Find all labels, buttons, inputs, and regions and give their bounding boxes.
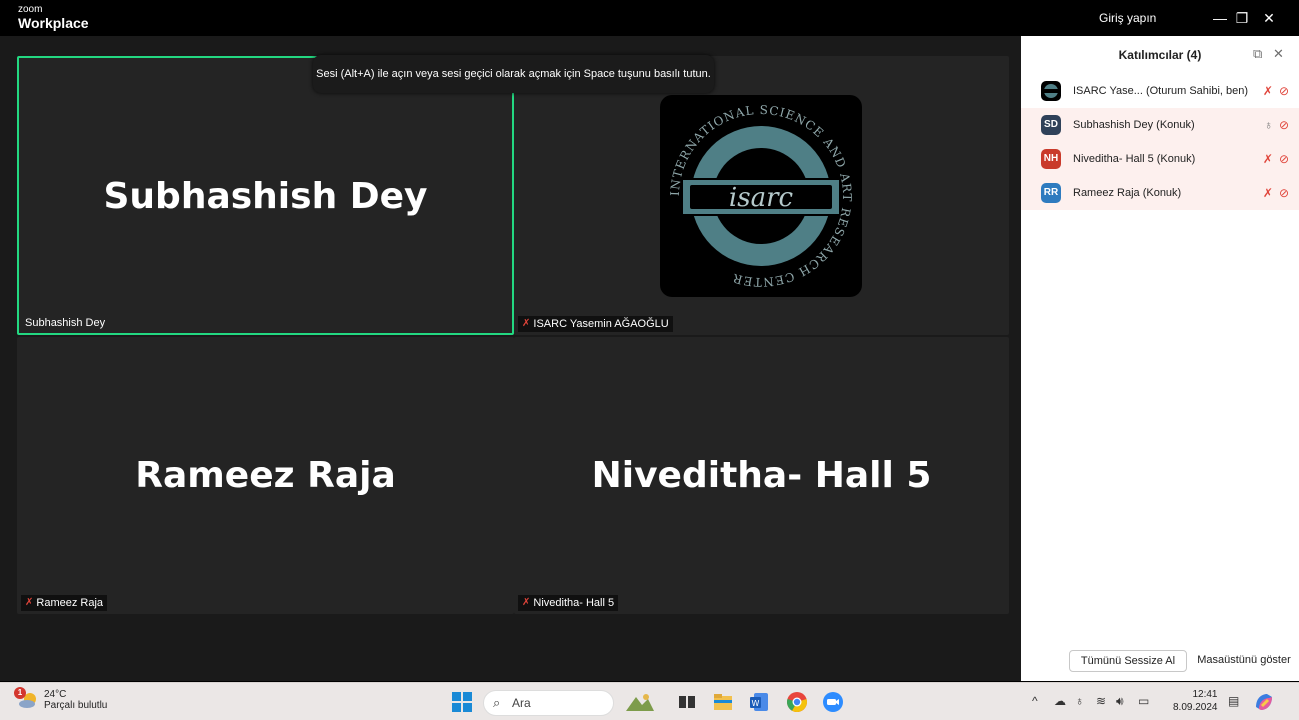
microphone-icon[interactable]: ♁ [1075,694,1084,708]
mute-all-button[interactable]: Tümünü Sessize Al [1069,650,1187,672]
video-off-icon[interactable]: ⊘ [1279,186,1289,200]
participant-name: Subhashish Dey (Konuk) [1073,119,1195,131]
video-off-icon[interactable]: ⊘ [1279,84,1289,98]
participant-name: Rameez Raja (Konuk) [1073,187,1182,199]
video-stage: Subhashish Dey Subhashish Dey ✗ ISARC Ya… [0,36,1021,681]
temperature: 24°C [44,689,67,700]
participant-name: ISARC Yase... (Oturum Sahibi, ben) [1073,85,1249,97]
show-desktop-button[interactable]: Masaüstünü göster [1195,650,1293,672]
video-tile-subhashish[interactable]: Subhashish Dey Subhashish Dey [17,56,514,335]
clock-time: 12:41 [1192,689,1218,700]
wifi-icon[interactable]: ≋ [1096,694,1106,708]
tile-name-text: Niveditha- Hall 5 [533,597,615,609]
file-explorer-icon[interactable] [712,691,734,713]
close-button[interactable]: ✕ [1257,6,1281,30]
participant-row[interactable]: ISARC Yase... (Oturum Sahibi, ben) ✗ ⊘ [1021,74,1299,108]
close-icon[interactable]: ✕ [1273,46,1284,62]
chevron-up-icon[interactable]: ^ [1032,694,1038,708]
avatar [1041,81,1061,101]
participant-name-big: Subhashish Dey [103,176,428,217]
app-logo: zoom Workplace [18,4,89,31]
taskbar-search[interactable]: ⌕ Ara [483,690,614,716]
avatar: SD [1041,115,1061,135]
weather-condition: Parçalı bulutlu [44,700,108,711]
participant-name: Niveditha- Hall 5 (Konuk) [1073,153,1196,165]
mic-icon[interactable]: ♁ [1264,118,1273,132]
tile-name-label: ✗ ISARC Yasemin AĞAOĞLU [518,316,673,332]
weather-widget[interactable]: 1 24°C Parçalı bulutlu [14,687,108,711]
sign-in-link[interactable]: Giriş yapın [1099,11,1156,25]
tile-name-text: Subhashish Dey [25,317,106,329]
cloud-icon[interactable]: ☁ [1054,694,1066,708]
pop-out-icon[interactable]: ⧉ [1253,46,1262,62]
participant-row[interactable]: NH Niveditha- Hall 5 (Konuk) ✗ ⊘ [1021,142,1299,176]
search-placeholder: Ara [512,696,531,710]
avatar: RR [1041,183,1061,203]
restore-button[interactable]: ❐ [1230,6,1254,30]
tile-name-label: ✗ Niveditha- Hall 5 [518,595,619,611]
minimize-button[interactable]: — [1208,6,1232,30]
mic-muted-icon: ✗ [25,597,34,608]
video-off-icon[interactable]: ⊘ [1279,152,1289,166]
mic-muted-icon: ✗ [522,597,531,608]
volume-icon[interactable]: 🔊︎ [1116,694,1124,709]
mic-muted-icon[interactable]: ✗ [1263,186,1273,200]
brand-small: zoom [18,4,43,15]
widgets-icon[interactable] [624,691,656,713]
mic-muted-icon[interactable]: ✗ [1263,152,1273,166]
chrome-icon[interactable] [786,691,808,713]
participant-row[interactable]: RR Rameez Raja (Konuk) ✗ ⊘ [1021,176,1299,210]
tile-name-label: ✗ Rameez Raja [21,595,108,611]
brand-name: Workplace [18,15,89,31]
clock-date: 8.09.2024 [1173,701,1218,713]
task-view-icon[interactable] [676,691,698,713]
tile-name-text: Rameez Raja [36,597,104,609]
isarc-logo: isarc INTERNATIONAL SCIENCE AND ART RESE… [660,95,862,297]
unmute-hint-toast: Sesi (Alt+A) ile açın veya sesi geçici o… [313,55,714,93]
video-tile-niveditha[interactable]: Niveditha- Hall 5 ✗ Niveditha- Hall 5 [514,337,1009,614]
video-off-icon[interactable]: ⊘ [1279,118,1289,132]
video-tile-rameez[interactable]: Rameez Raja ✗ Rameez Raja [17,337,514,614]
search-icon: ⌕ [493,695,501,710]
notification-icon[interactable]: ▤ [1228,694,1239,708]
avatar: NH [1041,149,1061,169]
copilot-icon[interactable] [1253,691,1275,713]
svg-text:W: W [752,699,760,708]
system-clock[interactable]: 12:41 8.09.2024 [1173,689,1218,714]
word-icon[interactable]: W [748,691,770,713]
battery-icon[interactable]: ▭ [1138,694,1149,708]
participant-name-big: Rameez Raja [135,455,396,496]
tile-name-label: Subhashish Dey [21,315,109,331]
mic-muted-icon[interactable]: ✗ [1263,84,1273,98]
participants-panel: Katılımcılar (4) ⧉ ✕ ISARC Yase... (Otur… [1021,36,1299,681]
tile-name-text: ISARC Yasemin AĞAOĞLU [533,318,669,330]
logo-text: isarc [729,183,794,213]
mic-muted-icon: ✗ [522,318,531,329]
title-bar: zoom Workplace Giriş yapın — ❐ ✕ [0,0,1299,36]
participant-row[interactable]: SD Subhashish Dey (Konuk) ♁ ⊘ [1021,108,1299,142]
participant-name-big: Niveditha- Hall 5 [591,455,932,496]
windows-start-icon[interactable] [451,691,473,713]
weather-badge: 1 [14,687,26,699]
weather-icon: 1 [14,687,38,710]
windows-taskbar: 1 24°C Parçalı bulutlu ⌕ Ara W ^ ☁ ♁ ≋ 🔊… [0,682,1299,720]
zoom-taskbar-icon[interactable] [822,691,844,713]
